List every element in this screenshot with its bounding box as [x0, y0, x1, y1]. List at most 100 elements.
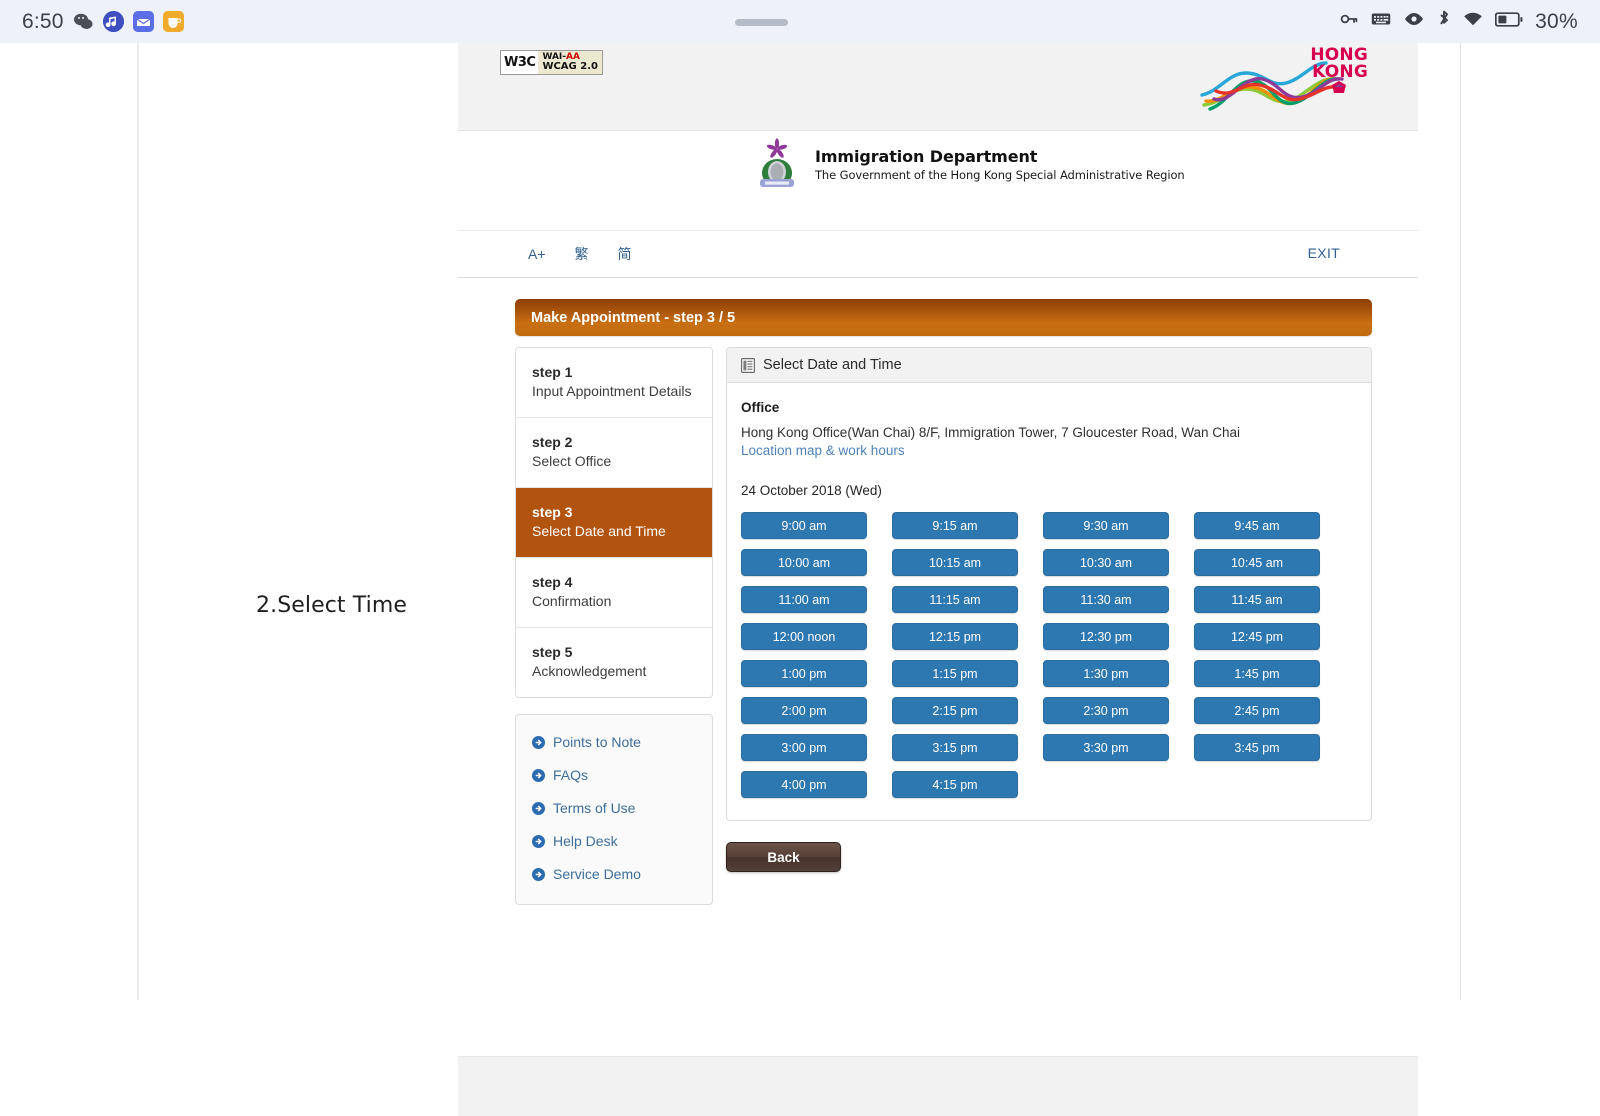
- left-divider: [137, 43, 139, 1000]
- quick-link-help-desk[interactable]: Help Desk: [516, 825, 712, 858]
- step-label: Select Office: [532, 453, 612, 470]
- step-item-5[interactable]: step 5 Acknowledgement: [516, 628, 712, 697]
- quick-links-panel: Points to Note FAQs Terms of Use Help De…: [515, 713, 713, 905]
- time-slot-button[interactable]: 11:30 am: [1043, 586, 1169, 613]
- department-subtitle: The Government of the Hong Kong Special …: [815, 168, 1185, 182]
- vpn-key-icon: [1339, 9, 1359, 34]
- time-slot-button[interactable]: 9:00 am: [741, 512, 867, 539]
- w3c-label: W3C: [501, 51, 539, 74]
- time-slot-button[interactable]: 3:00 pm: [741, 734, 867, 761]
- page-title: Make Appointment - step 3 / 5: [515, 299, 1372, 336]
- exit-link[interactable]: EXIT: [1308, 245, 1340, 261]
- time-slot-button[interactable]: 10:45 am: [1194, 549, 1320, 576]
- quick-link-service-demo[interactable]: Service Demo: [516, 858, 712, 891]
- location-map-link[interactable]: Location map & work hours: [741, 443, 1357, 458]
- time-slot-button[interactable]: 9:45 am: [1194, 512, 1320, 539]
- time-slot-button[interactable]: 9:30 am: [1043, 512, 1169, 539]
- bluetooth-icon: [1437, 10, 1451, 34]
- step-item-1[interactable]: step 1 Input Appointment Details: [516, 348, 712, 418]
- time-slot-button[interactable]: 12:00 noon: [741, 623, 867, 650]
- simplified-chinese-link[interactable]: 简: [618, 244, 632, 264]
- time-slot-button[interactable]: 1:30 pm: [1043, 660, 1169, 687]
- time-slot-button[interactable]: 11:45 am: [1194, 586, 1320, 613]
- department-text-block: Immigration Department The Government of…: [815, 147, 1185, 182]
- quick-link-label: Terms of Use: [553, 800, 636, 817]
- arrow-circle-right-icon: [532, 834, 545, 848]
- time-slot-button[interactable]: 3:45 pm: [1194, 734, 1320, 761]
- window-drag-handle[interactable]: [184, 18, 1339, 26]
- time-slot-button[interactable]: 10:00 am: [741, 549, 867, 576]
- wifi-icon: [1463, 11, 1483, 32]
- quick-link-label: Service Demo: [553, 866, 641, 883]
- mail-icon: [132, 11, 154, 32]
- time-slot-button[interactable]: 12:15 pm: [892, 623, 1018, 650]
- time-slot-button[interactable]: 4:15 pm: [892, 771, 1018, 798]
- step-number: step 2: [532, 433, 573, 450]
- time-slot-button[interactable]: 4:00 pm: [741, 771, 867, 798]
- step-label: Confirmation: [532, 593, 612, 610]
- wechat-icon: [73, 11, 94, 32]
- time-slot-button[interactable]: 12:30 pm: [1043, 623, 1169, 650]
- arrow-circle-right-icon: [532, 768, 545, 782]
- site-top-strip: W3C WAI-AA WCAG 2.0 HONG KONG: [458, 43, 1418, 131]
- form-actions: Back: [726, 842, 1372, 872]
- arrow-circle-right-icon: [532, 867, 545, 881]
- time-slot-button[interactable]: 2:15 pm: [892, 697, 1018, 724]
- select-date-time-panel: Select Date and Time Office Hong Kong Of…: [726, 347, 1372, 821]
- left-sidebar: step 1 Input Appointment Details step 2 …: [515, 347, 713, 905]
- panel-header: Select Date and Time: [727, 348, 1371, 383]
- time-slot-button[interactable]: 11:15 am: [892, 586, 1018, 613]
- step-number: step 5: [532, 643, 573, 660]
- department-name: Immigration Department: [815, 147, 1038, 166]
- panel-title: Select Date and Time: [763, 357, 902, 373]
- selected-date: 24 October 2018 (Wed): [741, 483, 882, 498]
- step-item-2[interactable]: step 2 Select Office: [516, 418, 712, 488]
- time-slot-button[interactable]: 10:30 am: [1043, 549, 1169, 576]
- battery-percent: 30%: [1535, 9, 1578, 33]
- quick-link-label: Help Desk: [553, 833, 618, 850]
- cup-icon: [162, 11, 184, 32]
- battery-icon: [1495, 11, 1523, 32]
- step-label: Select Date and Time: [532, 523, 666, 540]
- time-slot-button[interactable]: 1:45 pm: [1194, 660, 1320, 687]
- step-number: step 4: [532, 573, 573, 590]
- time-slot-button[interactable]: 9:15 am: [892, 512, 1018, 539]
- step-label: Input Appointment Details: [532, 383, 692, 400]
- status-bar-left: 6:50: [22, 10, 184, 34]
- wcag-badge-icon[interactable]: W3C WAI-AA WCAG 2.0: [500, 50, 603, 75]
- time-slot-button[interactable]: 12:45 pm: [1194, 623, 1320, 650]
- arrow-circle-right-icon: [532, 735, 545, 749]
- time-slot-button[interactable]: 3:30 pm: [1043, 734, 1169, 761]
- time-slot-button[interactable]: 3:15 pm: [892, 734, 1018, 761]
- traditional-chinese-link[interactable]: 繁: [575, 244, 589, 264]
- site-footer: [458, 1056, 1418, 1116]
- time-slot-button[interactable]: 11:00 am: [741, 586, 867, 613]
- immigration-department-emblem-icon: [751, 137, 803, 192]
- time-slot-button[interactable]: 1:15 pm: [892, 660, 1018, 687]
- brand-wordmark: HONG KONG: [1310, 45, 1368, 82]
- step-item-3[interactable]: step 3 Select Date and Time: [516, 487, 712, 558]
- music-icon: [102, 11, 124, 32]
- office-label: Office: [741, 400, 780, 415]
- step-item-4[interactable]: step 4 Confirmation: [516, 558, 712, 628]
- time-slot-grid: 9:00 am 9:15 am 9:30 am 9:45 am 10:00 am…: [741, 512, 1357, 798]
- back-button[interactable]: Back: [726, 842, 841, 872]
- arrow-circle-right-icon: [532, 801, 545, 815]
- time-slot-button[interactable]: 2:00 pm: [741, 697, 867, 724]
- android-status-bar: 6:50 30%: [0, 0, 1600, 43]
- quick-link-label: Points to Note: [553, 734, 641, 751]
- clock: 6:50: [22, 9, 64, 33]
- hong-kong-brand-logo: HONG KONG: [1200, 43, 1370, 118]
- font-size-increase-link[interactable]: A+: [528, 246, 546, 262]
- immigration-website: W3C WAI-AA WCAG 2.0 HONG KONG Immigratio…: [458, 43, 1418, 1116]
- eye-icon: [1403, 11, 1425, 32]
- time-slot-button[interactable]: 2:45 pm: [1194, 697, 1320, 724]
- quick-link-faqs[interactable]: FAQs: [516, 759, 712, 792]
- time-slot-button[interactable]: 10:15 am: [892, 549, 1018, 576]
- time-slot-button[interactable]: 1:00 pm: [741, 660, 867, 687]
- quick-link-points-to-note[interactable]: Points to Note: [516, 726, 712, 759]
- time-slot-button[interactable]: 2:30 pm: [1043, 697, 1169, 724]
- site-header: Immigration Department The Government of…: [458, 131, 1418, 231]
- list-document-icon: [741, 357, 756, 373]
- quick-link-terms-of-use[interactable]: Terms of Use: [516, 792, 712, 825]
